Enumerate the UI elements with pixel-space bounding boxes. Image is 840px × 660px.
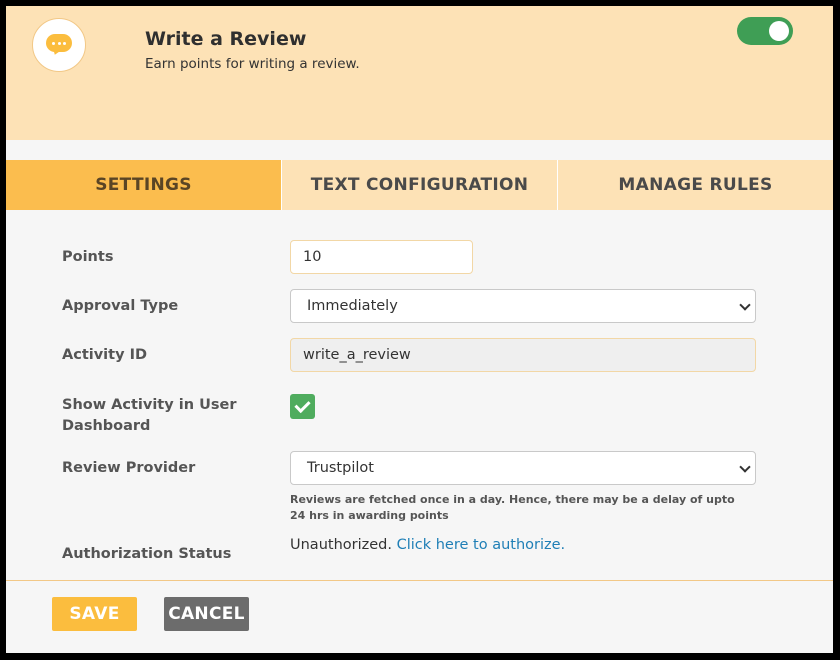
authorize-link[interactable]: Click here to authorize.	[397, 537, 566, 553]
authorization-status-label: Authorization Status	[62, 546, 232, 562]
tab-manage-rules[interactable]: MANAGE RULES	[557, 160, 833, 210]
approval-type-select[interactable]: Immediately	[290, 289, 756, 323]
points-input[interactable]: 10	[290, 240, 473, 274]
show-activity-label: Show Activity in User Dashboard	[62, 397, 237, 434]
footer-divider	[6, 580, 833, 581]
chat-bubble-dots-icon	[46, 34, 72, 52]
approval-type-value: Immediately	[307, 298, 398, 314]
tab-settings[interactable]: SETTINGS	[6, 160, 281, 210]
toggle-knob	[769, 21, 789, 41]
tab-text-configuration[interactable]: TEXT CONFIGURATION	[281, 160, 557, 210]
cancel-button[interactable]: CANCEL	[164, 597, 249, 631]
points-label: Points	[62, 249, 114, 265]
activity-enabled-toggle[interactable]	[737, 17, 793, 45]
activity-id-label: Activity ID	[62, 347, 148, 363]
authorization-status-text: Unauthorized.	[290, 537, 392, 553]
page-subtitle: Earn points for writing a review.	[145, 56, 360, 72]
activity-id-field: write_a_review	[290, 338, 756, 372]
show-activity-checkbox[interactable]	[290, 394, 315, 419]
review-provider-hint: Reviews are fetched once in a day. Hence…	[290, 493, 735, 522]
review-provider-select[interactable]: Trustpilot	[290, 451, 756, 485]
save-button[interactable]: SAVE	[52, 597, 137, 631]
review-logo	[32, 18, 86, 72]
authorization-status: Unauthorized. Click here to authorize.	[290, 537, 565, 553]
chevron-down-icon	[739, 299, 751, 311]
review-provider-label: Review Provider	[62, 460, 196, 476]
tab-bar: SETTINGS TEXT CONFIGURATION MANAGE RULES	[6, 160, 833, 210]
review-activity-panel: Write a Review Earn points for writing a…	[0, 0, 840, 660]
approval-type-label: Approval Type	[62, 298, 179, 314]
page-title: Write a Review	[145, 28, 307, 50]
chevron-down-icon	[739, 461, 751, 473]
panel-header: Write a Review Earn points for writing a…	[6, 6, 833, 140]
review-provider-value: Trustpilot	[307, 460, 374, 476]
